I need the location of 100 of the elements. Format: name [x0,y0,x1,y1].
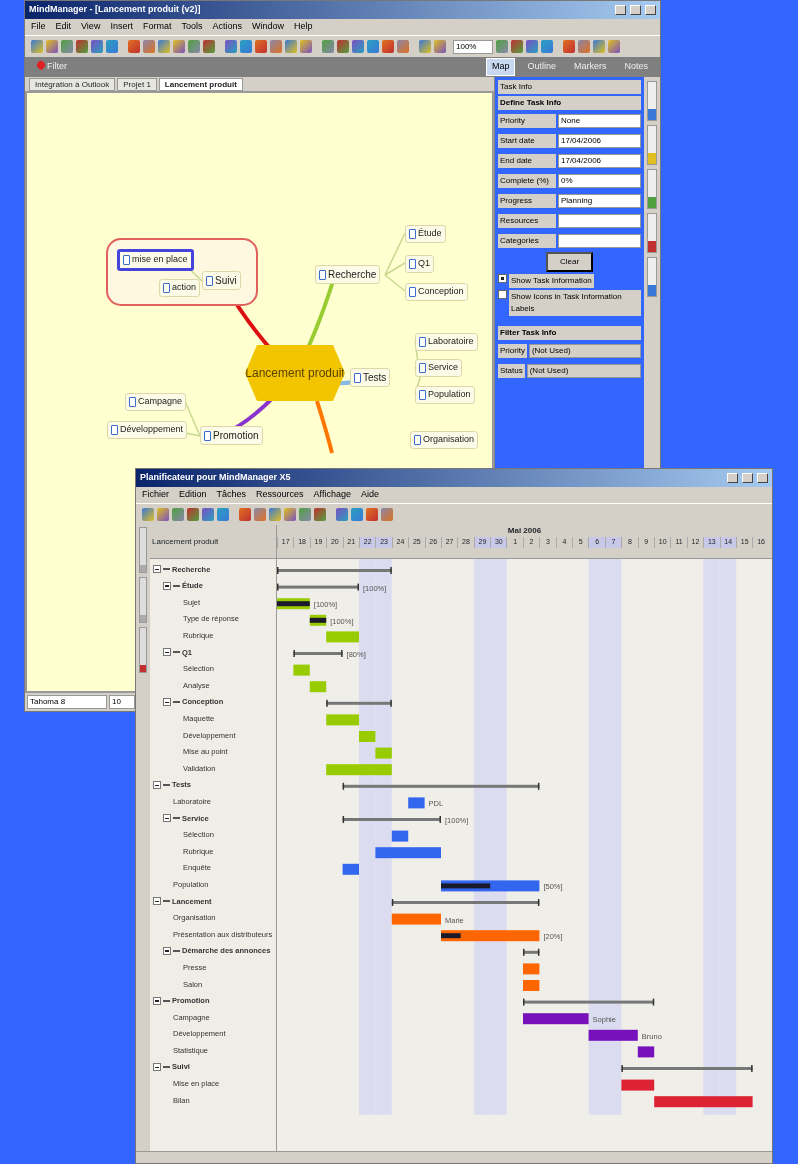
toolbar-icon[interactable] [31,40,43,53]
toolbar-icon[interactable] [496,40,508,53]
document-tab[interactable]: Lancement produit [158,78,243,91]
toolbar-icon[interactable] [188,40,200,53]
toolbar-icon[interactable] [351,508,363,521]
topic-node[interactable]: Tests [350,368,391,387]
collapse-toggle-icon[interactable] [163,698,171,707]
toolbar-icon[interactable] [202,508,214,521]
menu-item[interactable]: Aide [360,488,379,502]
size-field[interactable]: 10 [109,695,135,709]
toolbar-icon[interactable] [187,508,199,521]
input-field[interactable]: 17/04/2006 [558,134,641,148]
view-tab[interactable]: Outline [521,58,562,76]
close-button[interactable] [757,473,768,483]
toolbar-icon[interactable] [217,508,229,521]
menu-item[interactable]: Window [251,20,284,34]
pane-tab-icon[interactable] [647,257,657,297]
view-tab[interactable]: Markers [567,58,613,76]
close-button[interactable] [645,5,656,15]
view-tab[interactable]: Map [485,58,516,76]
toolbar-icon[interactable] [46,40,58,53]
toolbar-icon[interactable] [91,40,103,53]
toolbar-icon[interactable] [270,40,282,53]
menu-item[interactable]: Tools [181,20,203,34]
dropdown-field[interactable]: (Not Used) [526,364,641,378]
toolbar-icon[interactable] [142,508,154,521]
toolbar-icon[interactable] [593,40,605,53]
toolbar-icon[interactable] [255,40,267,53]
toolbar-icon[interactable] [285,40,297,53]
menu-item[interactable]: Format [142,20,172,34]
toolbar-icon[interactable] [128,40,140,53]
input-field[interactable]: Planning [558,194,641,208]
menu-item[interactable]: Edit [55,20,72,34]
subtopic-node[interactable]: Q1 [405,255,434,273]
collapse-toggle-icon[interactable] [163,946,171,955]
toolbar-icon[interactable] [76,40,88,53]
toolbar-icon[interactable] [203,40,215,53]
pane-tab-icon[interactable] [647,81,657,121]
checkbox[interactable] [498,290,507,299]
toolbar-icon[interactable] [299,508,311,521]
toolbar-icon[interactable] [173,40,185,53]
toolbar-icon[interactable] [157,508,169,521]
subtopic-node[interactable]: action [159,279,201,297]
toolbar-icon[interactable] [578,40,590,53]
document-tab[interactable]: Projet 1 [117,78,157,91]
menu-item[interactable]: Edition [179,488,207,502]
toolbar-icon[interactable] [382,40,394,53]
toolbar-icon[interactable] [225,40,237,53]
topic-node[interactable]: Suivi [202,271,241,290]
subtopic-node[interactable]: Développement [107,421,188,439]
input-field[interactable]: 17/04/2006 [558,154,641,168]
toolbar-icon[interactable] [143,40,155,53]
collapse-toggle-icon[interactable] [153,897,161,906]
menu-item[interactable]: Affichage [313,488,351,502]
side-tab-icon[interactable] [139,527,147,573]
menu-item[interactable]: Fichier [142,488,169,502]
subtopic-node[interactable]: mise en place [117,249,194,271]
subtopic-node[interactable]: Conception [405,283,468,301]
side-tab-icon[interactable] [139,577,147,623]
input-field[interactable] [558,214,641,228]
pane-tab-icon[interactable] [647,169,657,209]
menu-item[interactable]: Ressources [256,488,304,502]
checkbox[interactable] [498,274,507,283]
toolbar-icon[interactable] [322,40,334,53]
toolbar-icon[interactable] [240,40,252,53]
toolbar-icon[interactable] [419,40,431,53]
collapse-toggle-icon[interactable] [153,996,161,1005]
toolbar-icon[interactable] [269,508,281,521]
side-tab-icon[interactable] [139,627,147,673]
toolbar-icon[interactable] [336,508,348,521]
pane-tab-icon[interactable] [647,125,657,165]
toolbar-icon[interactable] [526,40,538,53]
maximize-button[interactable] [742,473,753,483]
toolbar-icon[interactable] [352,40,364,53]
subtopic-node[interactable]: Population [415,386,475,404]
toolbar-icon[interactable] [608,40,620,53]
subtopic-node[interactable]: Étude [405,225,446,243]
collapse-toggle-icon[interactable] [153,565,161,574]
maximize-button[interactable] [630,5,641,15]
toolbar-icon[interactable] [397,40,409,53]
clear-button[interactable]: Clear [545,252,594,272]
input-field[interactable]: None [558,114,641,128]
menu-item[interactable]: View [81,20,101,34]
toolbar-icon[interactable] [314,508,326,521]
toolbar-icon[interactable] [284,508,296,521]
collapse-toggle-icon[interactable] [153,1063,161,1072]
toolbar-icon[interactable] [106,40,118,53]
toolbar-icon[interactable] [61,40,73,53]
view-tab[interactable]: Notes [618,58,654,76]
toolbar-icon[interactable] [366,508,378,521]
input-field[interactable]: 0% [558,174,641,188]
toolbar-icon[interactable] [511,40,523,53]
menu-item[interactable]: File [31,20,46,34]
menu-item[interactable]: Insert [110,20,133,34]
minimize-button[interactable] [615,5,626,15]
dropdown-field[interactable]: (Not Used) [528,344,641,358]
toolbar-icon[interactable] [254,508,266,521]
topic-node[interactable]: Promotion [200,426,263,445]
menu-item[interactable]: Help [293,20,313,34]
input-field[interactable] [558,234,641,248]
